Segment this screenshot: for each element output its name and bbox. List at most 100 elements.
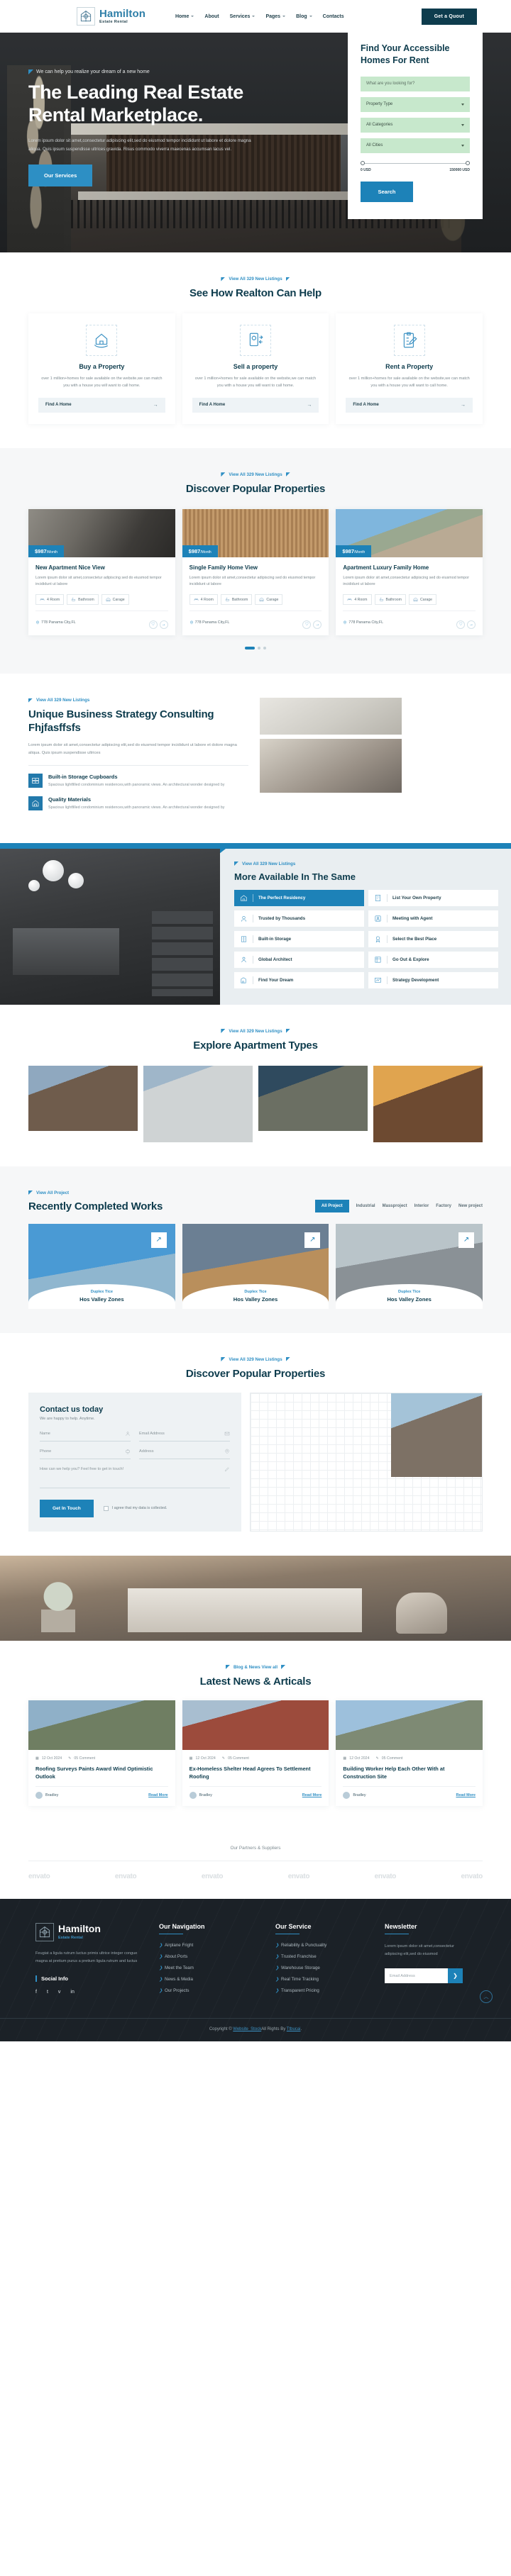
get-in-touch-button[interactable]: Get In Touch xyxy=(40,1499,94,1517)
search-button[interactable]: Search xyxy=(361,181,413,202)
footer-service-warehouse-storage[interactable]: ❯ Warehouse Storage xyxy=(275,1966,368,1970)
nav-item-home[interactable]: Home xyxy=(175,14,194,19)
filter-all-project[interactable]: All Project xyxy=(314,1199,349,1212)
twitter-icon[interactable]: t xyxy=(47,1990,48,1995)
back-to-top-button[interactable]: ︿ xyxy=(480,1990,493,2004)
work-card[interactable]: ↗ Duplex Tice Hos Valley Zones xyxy=(182,1223,329,1309)
work-card[interactable]: ↗ Duplex Tice Hos Valley Zones xyxy=(28,1223,175,1309)
categories-select[interactable]: All Categories xyxy=(361,117,470,133)
name-input[interactable]: Name xyxy=(40,1431,131,1442)
unique-eyebrow[interactable]: View All 329 New Listings xyxy=(28,698,248,703)
more-item-list-your-own-property[interactable]: List Your Own Property xyxy=(368,889,498,906)
consent-checkbox[interactable] xyxy=(103,1505,109,1511)
property-card[interactable]: $987/Month Single Family Home View Lorem… xyxy=(182,508,329,636)
works-eyebrow[interactable]: View All Project xyxy=(28,1191,163,1195)
find-a-home-button[interactable]: Find A Home → xyxy=(346,397,473,413)
brand-logo[interactable]: Hamilton Estate Rental xyxy=(77,7,145,26)
nav-item-about[interactable]: About xyxy=(204,14,219,19)
facebook-icon[interactable]: f xyxy=(35,1990,37,1995)
apartment-type-card[interactable] xyxy=(373,1065,483,1142)
find-a-home-button[interactable]: Find A Home → xyxy=(38,397,165,413)
footer-link-about-ports[interactable]: ❯ About Ports xyxy=(159,1954,258,1959)
more-item-global-architect[interactable]: Global Architect xyxy=(234,951,364,968)
slider-knob-min[interactable] xyxy=(361,160,365,165)
more-item-strategy-development[interactable]: Strategy Development xyxy=(368,971,498,988)
apartment-type-card[interactable] xyxy=(258,1065,368,1131)
nav-item-pages[interactable]: Pages xyxy=(265,14,286,19)
contact-eyebrow[interactable]: View All 329 New Listings xyxy=(28,1357,483,1362)
news-card[interactable]: ▦ 12 Oct 2024 ✎ 05 Comment Roofing Surve… xyxy=(28,1700,175,1806)
arrow-up-right-icon[interactable]: ↗ xyxy=(304,1232,321,1248)
message-textarea[interactable]: How can we help you? Feel free to get in… xyxy=(40,1466,230,1488)
filter-interior[interactable]: Interior xyxy=(414,1204,429,1208)
more-item-meeting-with-agent[interactable]: Meeting with Agent xyxy=(368,910,498,927)
apartment-type-card[interactable] xyxy=(28,1065,138,1131)
news-card[interactable]: ▦ 12 Oct 2024 ✎ 05 Comment Building Work… xyxy=(336,1700,483,1806)
more-item-go-out-and-explore[interactable]: Go Out & Explore xyxy=(368,951,498,968)
footer-link-meet-the-team[interactable]: ❯ Meet the Team xyxy=(159,1966,258,1970)
footer-service-real-time-tracking[interactable]: ❯ Real Time Tracking xyxy=(275,1977,368,1982)
carousel-dot-3[interactable] xyxy=(263,647,266,650)
footer-service-trusted-franchise[interactable]: ❯ Trusted Franchise xyxy=(275,1954,368,1959)
nav-item-services[interactable]: Services xyxy=(230,14,256,19)
address-input[interactable]: Address xyxy=(139,1449,230,1459)
footer-service-transparent-pricing[interactable]: ❯ Transparent Pricing xyxy=(275,1988,368,1993)
nav-item-blog[interactable]: Blog xyxy=(296,14,312,19)
cities-select[interactable]: All Cities xyxy=(361,138,470,153)
footer-brand[interactable]: Hamilton Estate Rental xyxy=(35,1922,142,1941)
email-input[interactable]: Email Address xyxy=(139,1431,230,1442)
filter-massproject[interactable]: Massproject xyxy=(383,1204,407,1208)
search-keyword-input[interactable]: What are you looking for? xyxy=(361,76,470,91)
nav-item-contacts[interactable]: Contacts xyxy=(323,14,344,19)
property-type-select[interactable]: Property Type xyxy=(361,96,470,112)
more-item-select-the-best-place[interactable]: Select the Best Place xyxy=(368,930,498,947)
linkedin-icon[interactable]: in xyxy=(70,1990,74,1995)
get-a-quote-button[interactable]: Get a Quout xyxy=(421,8,477,25)
newsletter-email-input[interactable]: Email Address xyxy=(385,1974,448,1978)
more-item-built-in-storage[interactable]: Built-in Storage xyxy=(234,930,364,947)
read-more-link[interactable]: Read More xyxy=(302,1793,322,1797)
arrow-up-right-icon[interactable]: ↗ xyxy=(458,1232,475,1248)
filter-new-project[interactable]: New project xyxy=(458,1204,483,1208)
arrow-up-right-icon[interactable]: ↗ xyxy=(150,1232,167,1248)
footer-link-airplane-fright[interactable]: ❯ Airplane Fright xyxy=(159,1943,258,1948)
more-item-find-your-dream[interactable]: Find Your Dream xyxy=(234,971,364,988)
apartment-type-card[interactable] xyxy=(143,1065,253,1142)
news-eyebrow[interactable]: Blog & News View all xyxy=(28,1665,483,1670)
footer-link-news-and-media[interactable]: ❯ News & Media xyxy=(159,1977,258,1982)
copyright-link-website-stock[interactable]: Website_Stock xyxy=(233,2027,261,2031)
footer-link-our-projects[interactable]: ❯ Our Projects xyxy=(159,1988,258,1993)
find-a-home-button[interactable]: Find A Home → xyxy=(192,397,319,413)
our-services-button[interactable]: Our Services xyxy=(28,165,93,187)
popular-eyebrow[interactable]: View All 329 New Listings xyxy=(28,472,483,477)
help-eyebrow[interactable]: View All 329 New Listings xyxy=(28,277,483,281)
news-card[interactable]: ▦ 12 Oct 2024 ✎ 05 Comment Ex-Homeless S… xyxy=(182,1700,329,1806)
consent-row[interactable]: I agree that my data is collected. xyxy=(103,1505,167,1511)
more-eyebrow[interactable]: View All 329 New Listings xyxy=(234,862,498,866)
arrow-right-icon[interactable]: → xyxy=(467,620,476,630)
more-item-the-perfect-residency[interactable]: The Perfect Residency xyxy=(234,889,364,906)
filter-factory[interactable]: Factory xyxy=(436,1204,451,1208)
favorite-icon[interactable]: ♡ xyxy=(456,620,466,629)
price-range-slider[interactable] xyxy=(361,160,470,167)
favorite-icon[interactable]: ♡ xyxy=(148,620,158,629)
more-item-trusted-by-thousands[interactable]: Trusted by Thousands xyxy=(234,910,364,927)
carousel-dot-1[interactable] xyxy=(245,647,255,650)
vimeo-icon[interactable]: v xyxy=(58,1990,61,1995)
newsletter-submit-button[interactable]: ❯ xyxy=(448,1968,463,1984)
arrow-right-icon[interactable]: → xyxy=(313,620,322,630)
copyright-link-ttbucai[interactable]: Ttbucai xyxy=(287,2027,301,2031)
filter-industrial[interactable]: Industrial xyxy=(356,1204,375,1208)
arrow-right-icon[interactable]: → xyxy=(159,620,168,630)
carousel-dot-2[interactable] xyxy=(258,647,260,650)
footer-service-reliability[interactable]: ❯ Reliability & Punctuality xyxy=(275,1943,368,1948)
favorite-icon[interactable]: ♡ xyxy=(302,620,312,629)
property-card[interactable]: $987/Month New Apartment Nice View Lorem… xyxy=(28,508,175,636)
read-more-link[interactable]: Read More xyxy=(148,1793,168,1797)
slider-knob-max[interactable] xyxy=(466,160,470,165)
property-card[interactable]: $987/Month Apartment Luxury Family Home … xyxy=(336,508,483,636)
phone-input[interactable]: Phone xyxy=(40,1449,131,1459)
work-card[interactable]: ↗ Duplex Tice Hos Valley Zones xyxy=(336,1223,483,1309)
read-more-link[interactable]: Read More xyxy=(456,1793,476,1797)
apartments-eyebrow[interactable]: View All 329 New Listings xyxy=(28,1029,483,1034)
